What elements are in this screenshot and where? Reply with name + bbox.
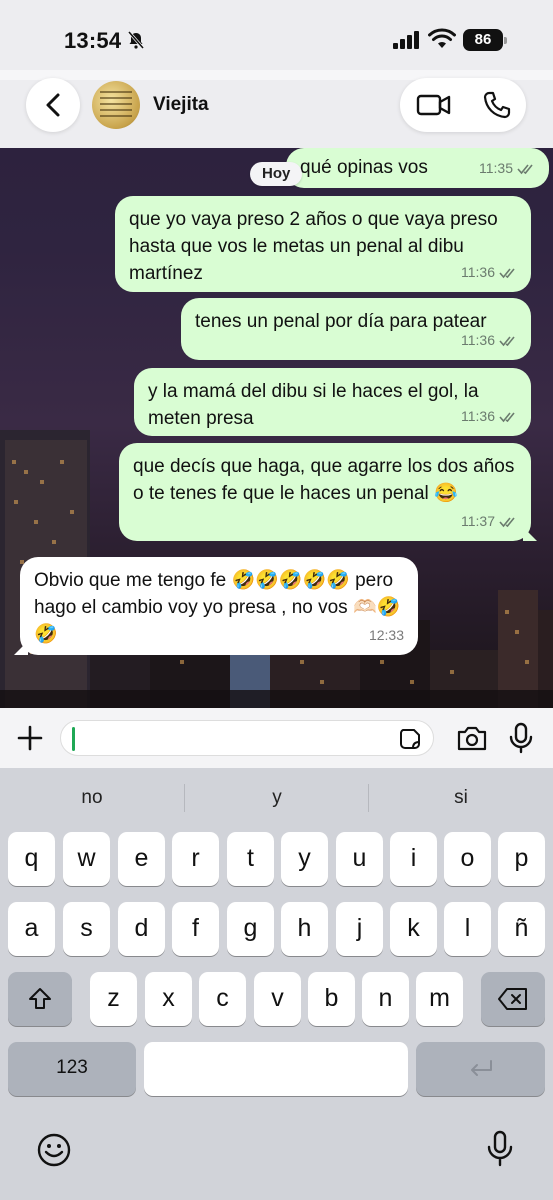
key-l[interactable]: l <box>444 902 491 956</box>
key-r[interactable]: r <box>172 832 219 886</box>
chat-header: Viejita <box>0 70 553 148</box>
key-t[interactable]: t <box>227 832 274 886</box>
message-bubble-incoming[interactable]: Obvio que me tengo fe 🤣🤣🤣🤣🤣 pero hago el… <box>14 557 418 655</box>
message-bubble-outgoing[interactable]: que decís que haga, que agarre los dos a… <box>119 443 537 541</box>
key-a[interactable]: a <box>8 902 55 956</box>
key-j[interactable]: j <box>336 902 383 956</box>
key-c[interactable]: c <box>199 972 246 1026</box>
wifi-icon <box>428 28 456 48</box>
message-text: tenes un penal por día para patear <box>195 311 487 332</box>
emoji-icon[interactable] <box>36 1132 72 1168</box>
double-check-icon <box>499 335 515 346</box>
key-u[interactable]: u <box>336 832 383 886</box>
message-text: Obvio que me tengo fe 🤣🤣🤣🤣🤣 pero hago el… <box>34 570 401 645</box>
key-d[interactable]: d <box>118 902 165 956</box>
call-actions <box>400 78 526 132</box>
day-separator: Hoy <box>250 162 303 186</box>
dictation-mic-icon[interactable] <box>486 1130 514 1168</box>
status-bar: 13:54 86 <box>0 0 553 80</box>
back-button[interactable] <box>26 78 80 132</box>
key-x[interactable]: x <box>145 972 192 1026</box>
key-m[interactable]: m <box>416 972 463 1026</box>
shift-key[interactable] <box>8 972 72 1026</box>
phone-icon[interactable] <box>482 90 512 120</box>
shift-icon <box>29 988 51 1009</box>
contact-avatar[interactable] <box>92 81 140 129</box>
double-check-icon <box>499 411 515 422</box>
suggestion-2[interactable]: y <box>185 768 369 828</box>
suggestion-3[interactable]: si <box>369 768 553 828</box>
message-text: que decís que haga, que agarre los dos a… <box>133 456 515 504</box>
message-composer <box>0 708 553 768</box>
key-e[interactable]: e <box>118 832 165 886</box>
message-input[interactable] <box>60 720 434 756</box>
message-time: 11:36 <box>461 332 495 348</box>
backspace-icon <box>498 988 527 1010</box>
silent-bell-icon <box>127 31 145 49</box>
camera-icon[interactable] <box>456 724 488 752</box>
numbers-key[interactable]: 123 <box>8 1042 136 1096</box>
sticker-icon[interactable] <box>399 728 421 750</box>
message-time: 11:37 <box>461 513 495 529</box>
double-check-icon <box>499 267 515 278</box>
message-time: 11:35 <box>479 160 513 176</box>
message-time: 11:36 <box>461 408 495 424</box>
text-cursor <box>72 727 75 751</box>
double-check-icon <box>499 516 515 527</box>
key-k[interactable]: k <box>390 902 437 956</box>
keyboard: no y si q w e r t y u i o p a s d f g h … <box>0 768 553 1200</box>
key-g[interactable]: g <box>227 902 274 956</box>
key-o[interactable]: o <box>444 832 491 886</box>
contact-name[interactable]: Viejita <box>153 94 209 116</box>
status-time: 13:54 <box>64 28 122 53</box>
cellular-signal-icon <box>393 31 419 49</box>
key-w[interactable]: w <box>63 832 110 886</box>
message-bubble-outgoing[interactable]: que yo vaya preso 2 años o que vaya pres… <box>115 196 531 292</box>
key-y[interactable]: y <box>281 832 328 886</box>
key-v[interactable]: v <box>254 972 301 1026</box>
message-bubble-outgoing[interactable]: qué opinas vos 11:35 <box>286 148 549 188</box>
key-h[interactable]: h <box>281 902 328 956</box>
return-icon <box>470 1060 492 1076</box>
suggestion-1[interactable]: no <box>0 768 184 828</box>
battery-indicator: 86 <box>463 29 507 51</box>
key-n-tilde[interactable]: ñ <box>498 902 545 956</box>
key-q[interactable]: q <box>8 832 55 886</box>
plus-icon[interactable] <box>14 722 46 754</box>
backspace-key[interactable] <box>481 972 545 1026</box>
double-check-icon <box>517 163 533 174</box>
key-f[interactable]: f <box>172 902 219 956</box>
message-time: 12:33 <box>368 627 404 643</box>
space-key[interactable] <box>144 1042 408 1096</box>
message-text: que yo vaya preso 2 años o que vaya pres… <box>129 209 498 284</box>
message-text: y la mamá del dibu si le haces el gol, l… <box>148 381 479 429</box>
message-bubble-outgoing[interactable]: tenes un penal por día para patear 11:36 <box>181 298 531 360</box>
message-text: qué opinas vos <box>300 157 428 178</box>
message-bubble-outgoing[interactable]: y la mamá del dibu si le haces el gol, l… <box>134 368 531 436</box>
key-s[interactable]: s <box>63 902 110 956</box>
return-key[interactable] <box>416 1042 545 1096</box>
message-time: 11:36 <box>461 264 495 280</box>
key-n[interactable]: n <box>362 972 409 1026</box>
key-i[interactable]: i <box>390 832 437 886</box>
microphone-icon[interactable] <box>508 722 534 754</box>
key-p[interactable]: p <box>498 832 545 886</box>
key-b[interactable]: b <box>308 972 355 1026</box>
key-z[interactable]: z <box>90 972 137 1026</box>
video-call-icon[interactable] <box>416 92 452 118</box>
chevron-left-icon <box>46 93 60 117</box>
